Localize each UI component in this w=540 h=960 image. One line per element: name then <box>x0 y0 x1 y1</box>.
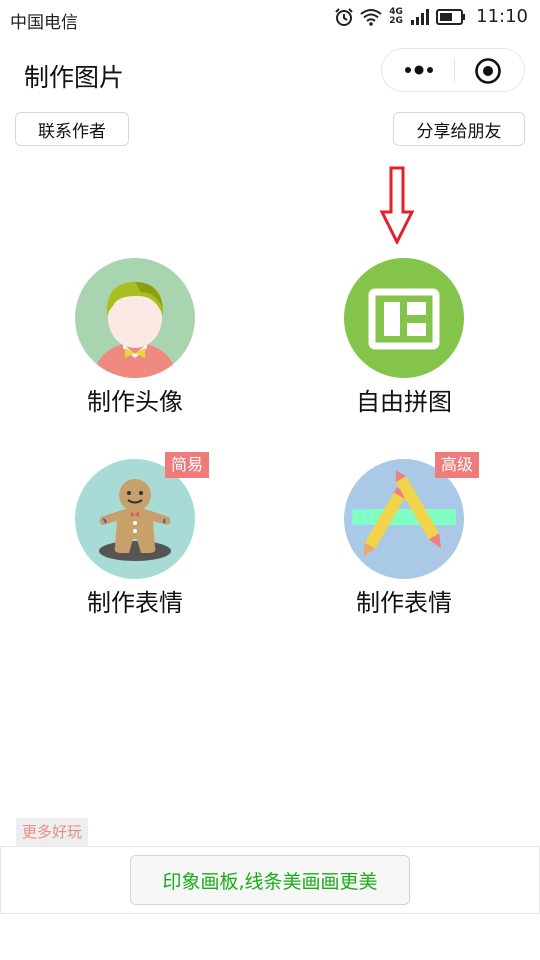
mini-program-capsule <box>381 48 525 92</box>
collage-illustration <box>344 258 464 378</box>
make-avatar-tile[interactable]: 制作头像 <box>45 258 225 417</box>
page-title: 制作图片 <box>24 63 125 92</box>
more-menu-icon[interactable] <box>402 59 436 81</box>
status-bar: 中国电信 4G 2G 11:10 <box>0 0 540 38</box>
contact-author-button[interactable]: 联系作者 <box>15 112 129 146</box>
more-fun-tag: 更多好玩 <box>16 818 89 846</box>
signal-icon <box>411 8 430 25</box>
simple-badge: 简易 <box>165 452 210 478</box>
advanced-badge: 高级 <box>435 452 480 478</box>
alarm-icon <box>335 7 353 26</box>
network-type-icon: 4G 2G <box>389 6 403 26</box>
boy-avatar-icon <box>93 282 177 378</box>
free-collage-tile[interactable]: 自由拼图 <box>314 258 494 417</box>
make-sticker-simple-tile[interactable]: 制作表情 <box>45 459 225 618</box>
promo-button[interactable]: 印象画板,线条美画画更美 <box>130 855 410 905</box>
tile-label: 制作表情 <box>87 589 183 617</box>
battery-icon <box>436 8 466 25</box>
avatar-illustration <box>75 258 195 378</box>
tile-label: 制作头像 <box>87 388 183 416</box>
clock: 11:10 <box>476 6 528 27</box>
navigation-bar: 制作图片 <box>0 38 540 110</box>
capsule-divider <box>454 59 455 83</box>
share-to-friend-button[interactable]: 分享给朋友 <box>393 112 525 146</box>
close-mini-program-icon[interactable] <box>474 57 502 85</box>
make-sticker-advanced-tile[interactable]: 制作表情 <box>314 459 494 618</box>
tile-label: 自由拼图 <box>356 388 452 416</box>
status-icons: 4G 2G 11:10 <box>334 6 528 27</box>
down-arrow-icon <box>379 166 415 244</box>
carrier-name: 中国电信 <box>10 13 78 33</box>
collage-layout-icon <box>368 288 440 350</box>
wifi-icon <box>360 8 382 26</box>
promo-panel: 印象画板,线条美画画更美 <box>0 846 540 914</box>
tile-label: 制作表情 <box>356 589 452 617</box>
